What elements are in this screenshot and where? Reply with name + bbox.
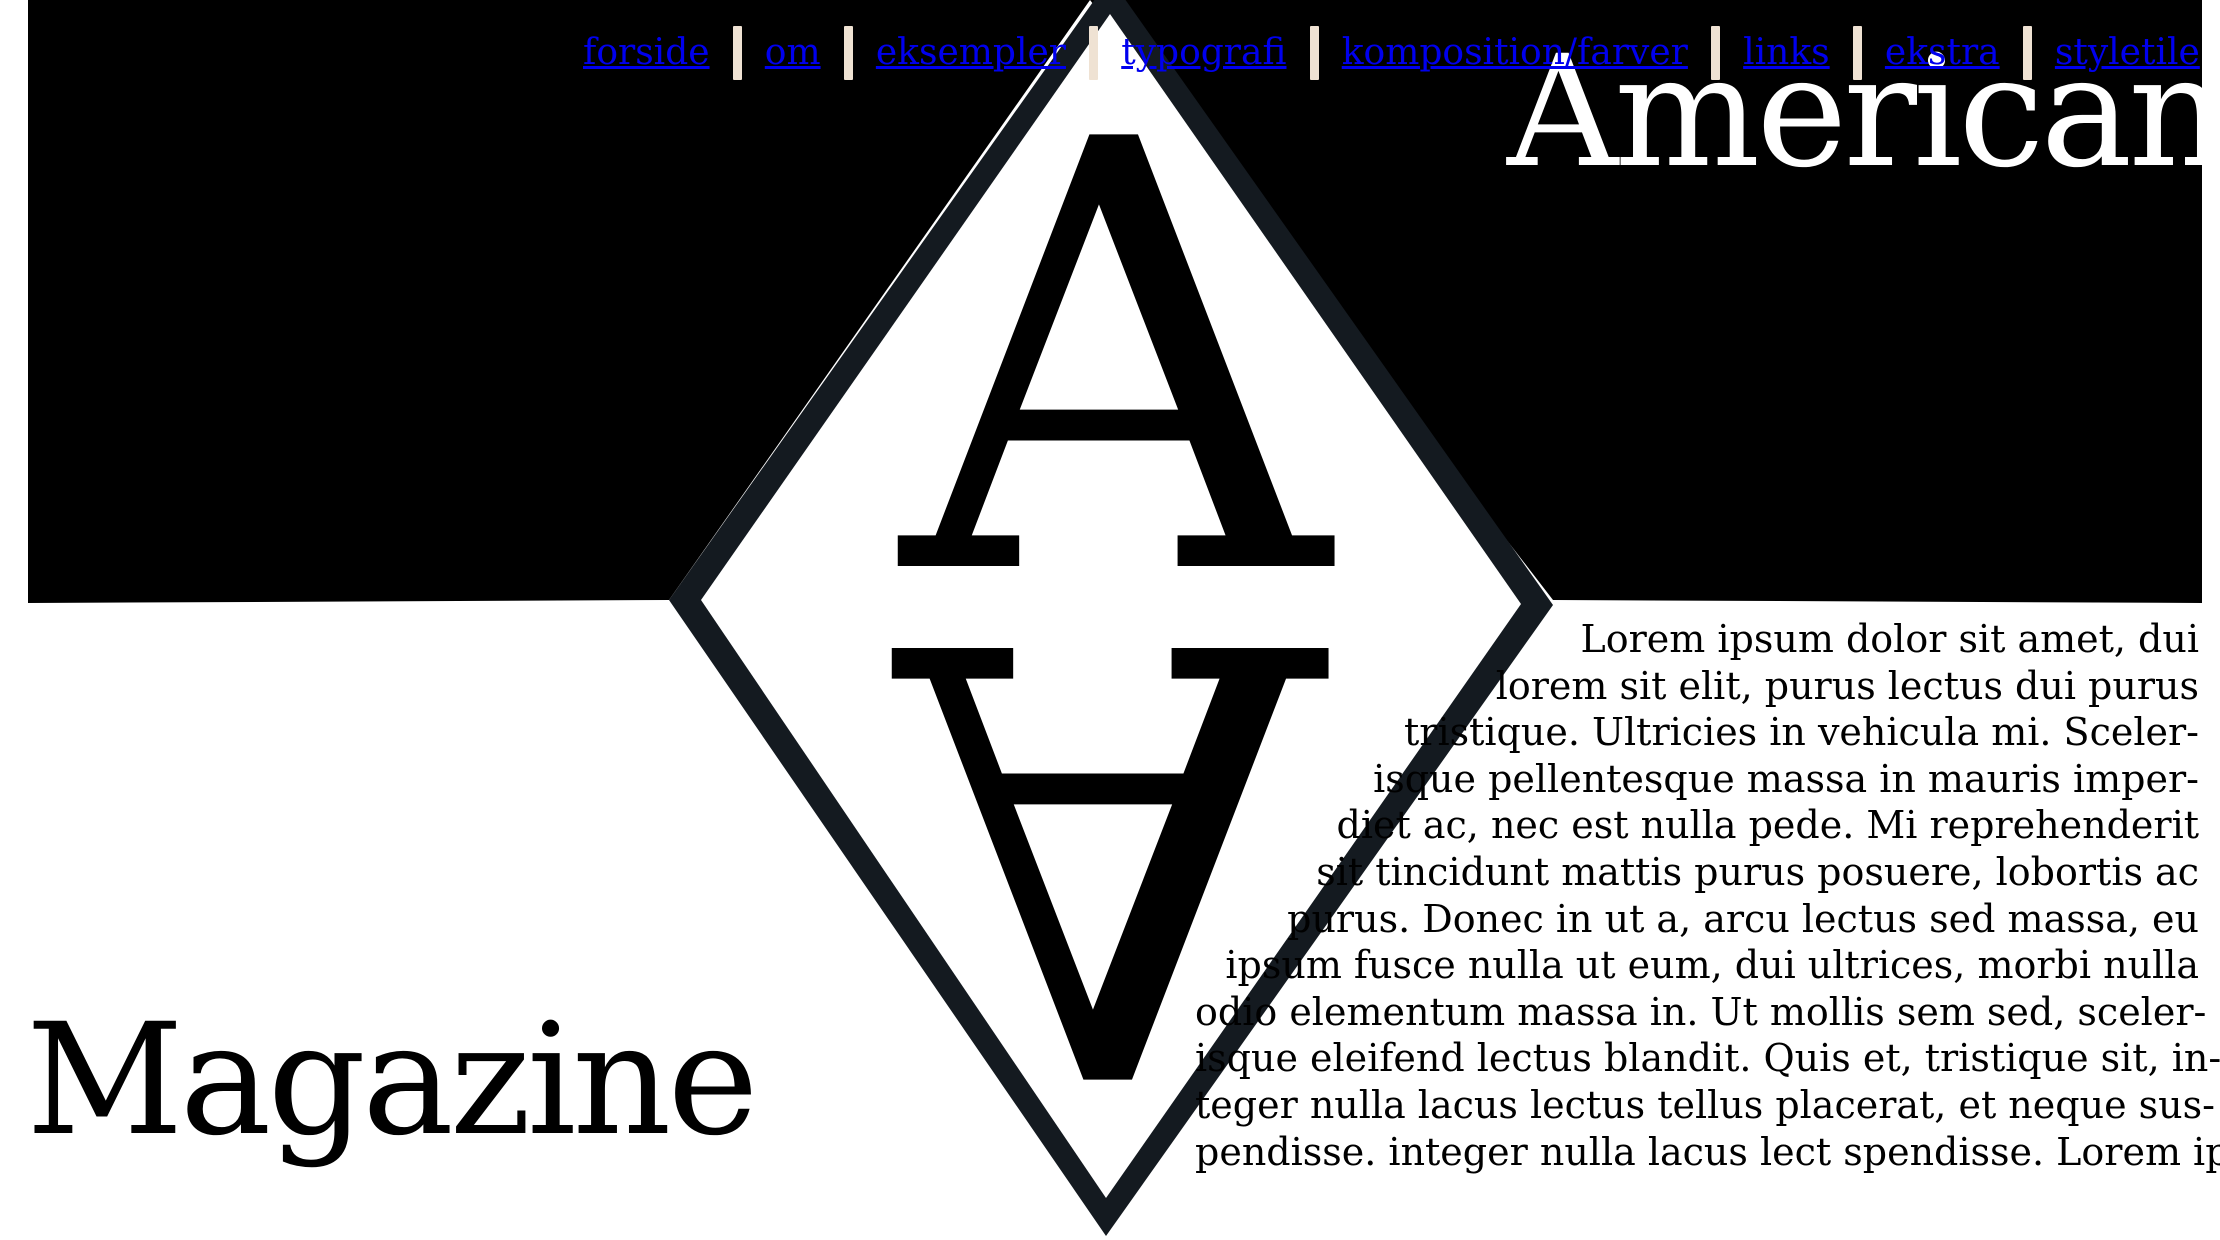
nav-separator [1089, 26, 1099, 80]
nav-separator [1711, 26, 1721, 80]
body-line: ipsum fusce nulla ut eum, dui ultrices, … [1225, 943, 2199, 988]
body-line: odio elementum massa in. Ut mollis sem s… [1195, 989, 2207, 1034]
nav-link-styletile[interactable]: styletile [2055, 35, 2200, 71]
body-line: lorem sit elit, purus lectus dui purus [1495, 663, 2199, 708]
nav-link-om[interactable]: om [765, 35, 821, 71]
nav-separator [843, 26, 853, 80]
main-navigation: forside om eksempler typografi kompositi… [583, 20, 2200, 86]
body-line: tristique. Ultricies in vehicula mi. Sce… [1404, 710, 2199, 755]
nav-link-eksempler[interactable]: eksempler [876, 35, 1066, 71]
nav-separator [1309, 26, 1319, 80]
body-line: teger nulla lacus lectus tellus placerat… [1195, 1082, 2215, 1127]
nav-link-ekstra[interactable]: ekstra [1885, 35, 2000, 71]
body-line: sit tincidunt mattis purus posuere, lobo… [1316, 849, 2199, 894]
body-line: isque pellentesque massa in mauris imper… [1373, 756, 2199, 801]
body-line: diet ac, nec est nulla pede. Mi reprehen… [1336, 803, 2199, 848]
nav-link-komposition-farver[interactable]: komposition/farver [1342, 35, 1688, 71]
nav-separator [2022, 26, 2032, 80]
body-paragraph: Lorem ipsum dolor sit amet, dui lorem si… [1195, 616, 2220, 1175]
nav-separator [732, 26, 742, 80]
body-line: Lorem ipsum dolor sit amet, dui [1580, 617, 2199, 661]
nav-link-typografi[interactable]: typografi [1121, 35, 1286, 71]
title-magazine: Magazine [26, 991, 759, 1170]
nav-link-forside[interactable]: forside [583, 35, 710, 71]
body-line: purus. Donec in ut a, arcu lectus sed ma… [1287, 896, 2199, 941]
nav-separator [1852, 26, 1862, 80]
body-line: isque eleifend lectus blandit. Quis et, … [1195, 1036, 2220, 1081]
body-line: pendisse. integer nulla lacus lect spend… [1195, 1129, 2220, 1174]
nav-link-links[interactable]: links [1743, 35, 1830, 71]
